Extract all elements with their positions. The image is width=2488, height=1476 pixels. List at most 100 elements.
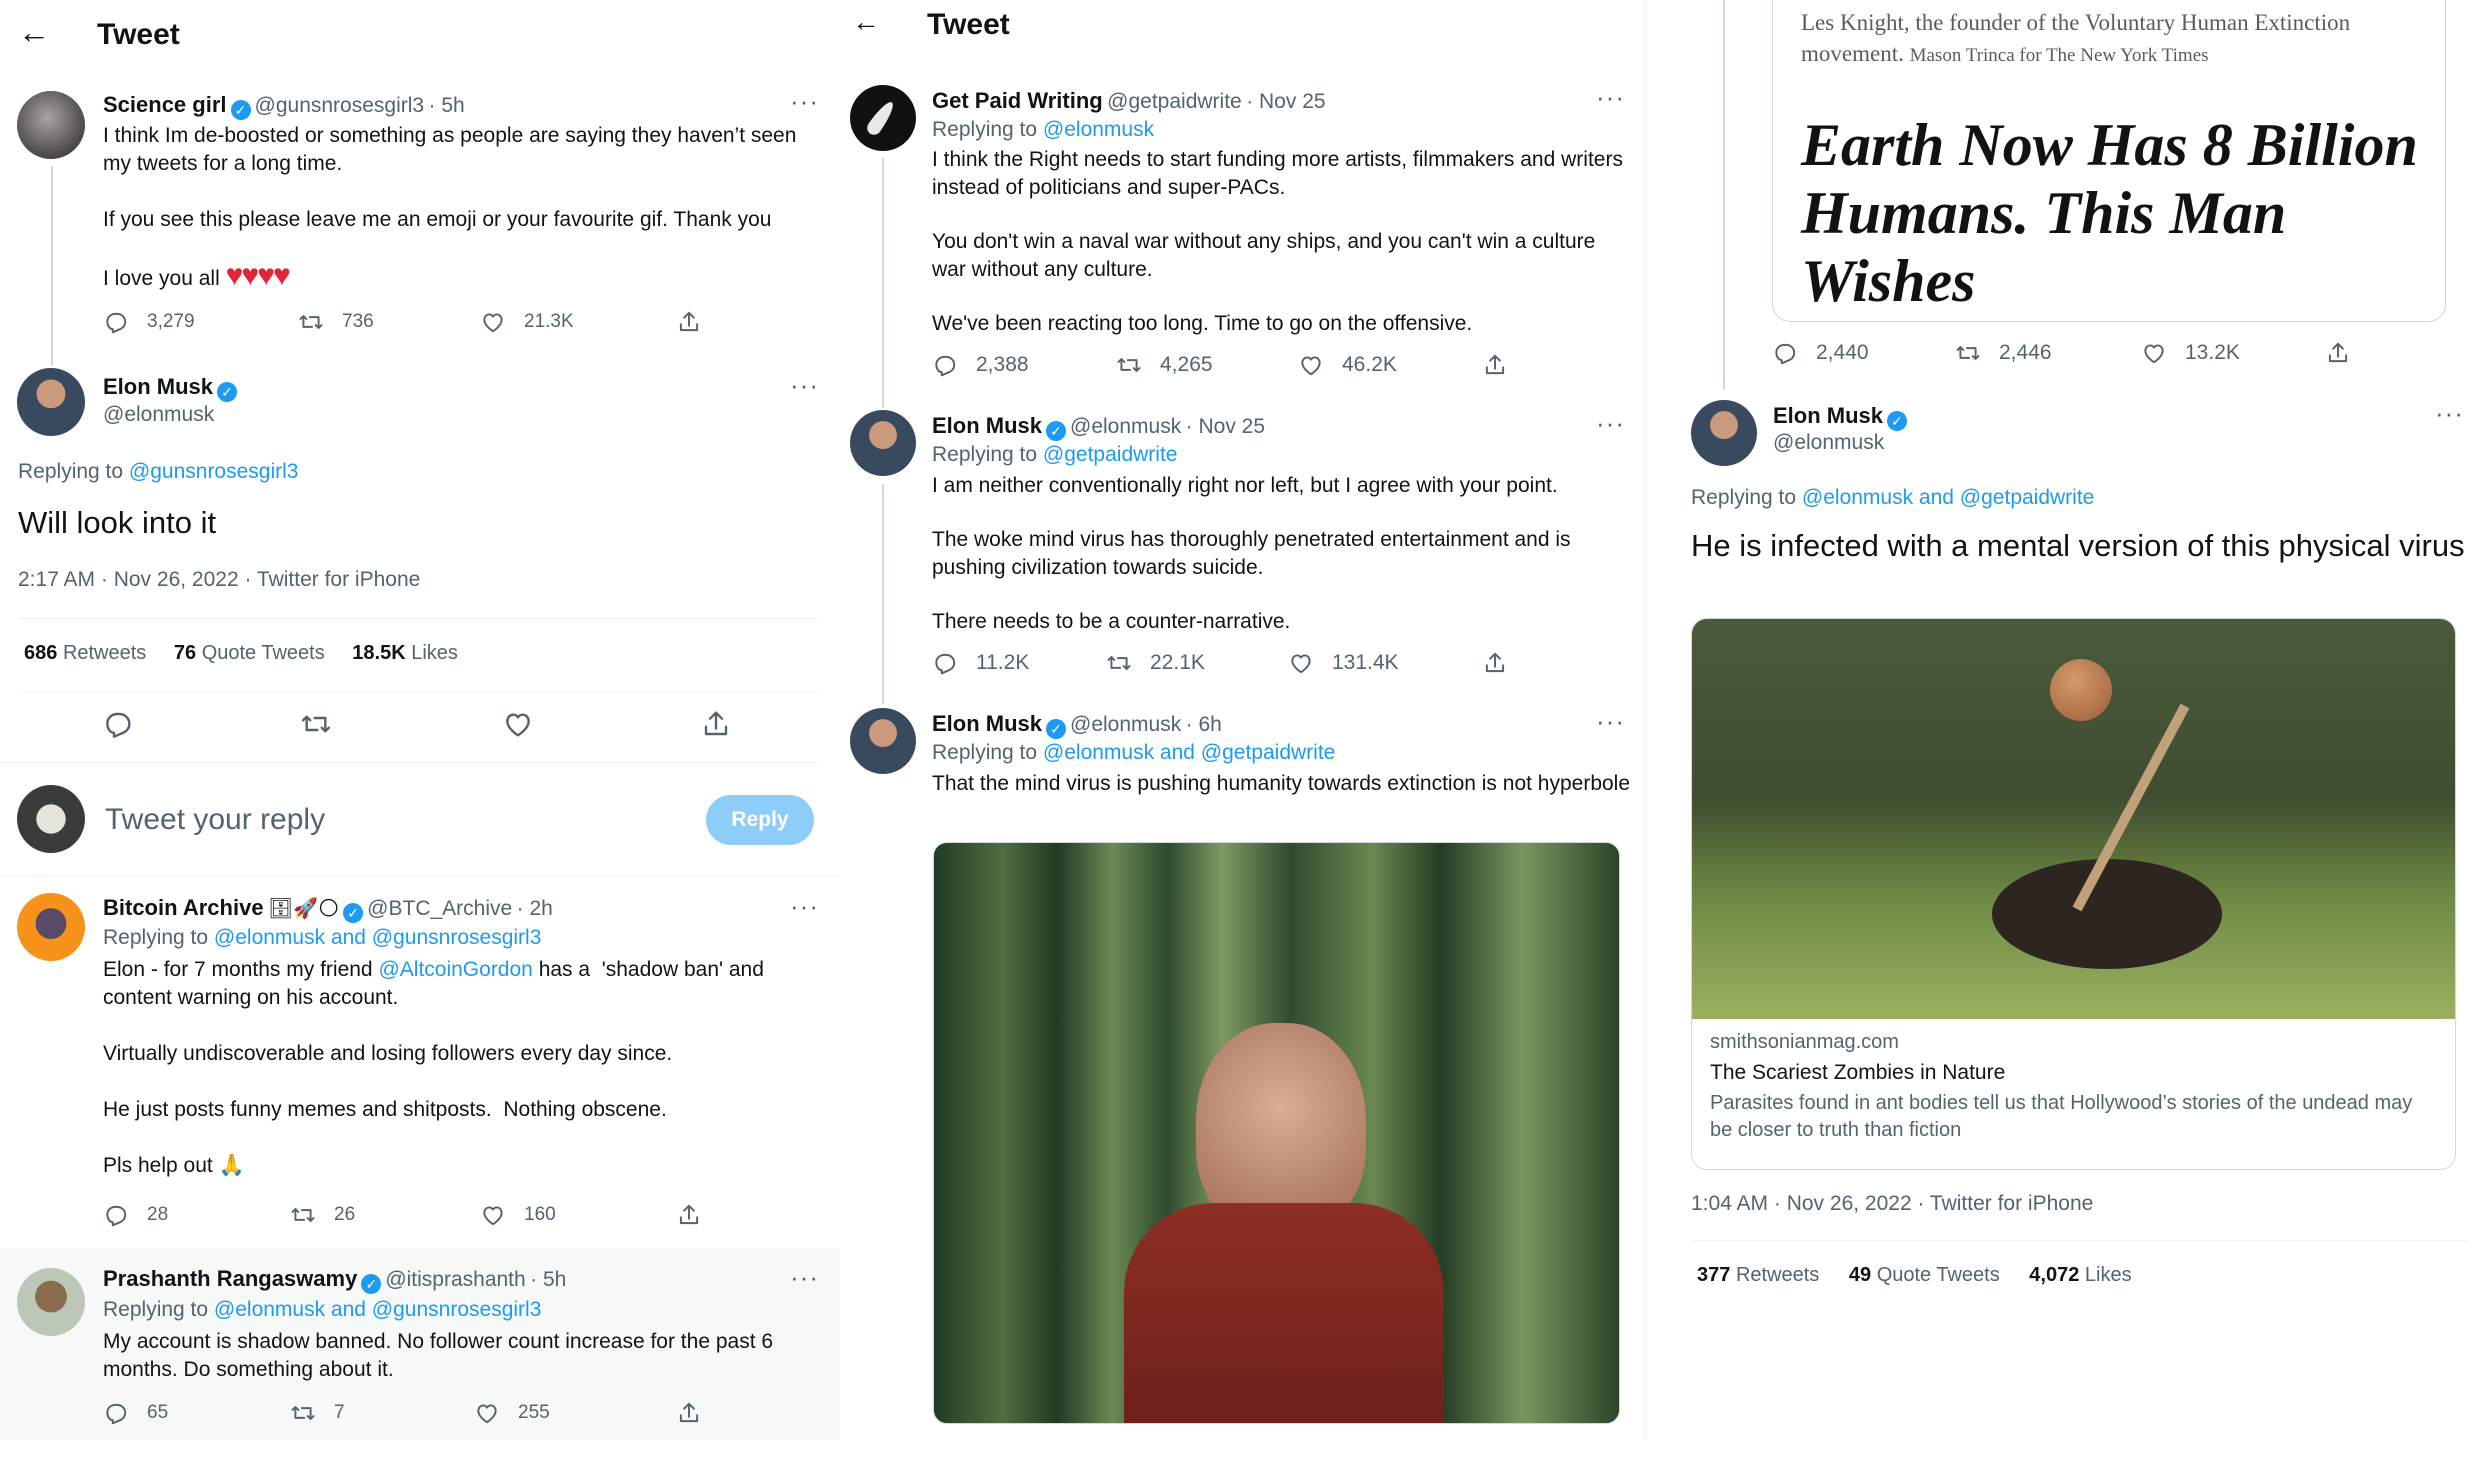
tweet-time[interactable]: · 2h: [517, 897, 553, 920]
retweet-action[interactable]: 4,265: [1116, 352, 1213, 378]
author-handle[interactable]: @elonmusk: [103, 403, 214, 427]
tweet-time[interactable]: · Nov 25: [1186, 415, 1265, 438]
more-options-icon[interactable]: ···: [790, 1262, 819, 1293]
more-options-icon[interactable]: ···: [790, 370, 819, 401]
author-name[interactable]: Prashanth Rangaswamy: [103, 1266, 357, 1291]
author-name[interactable]: Elon Musk: [932, 711, 1042, 736]
link-card[interactable]: smithsonianmag.com The Scariest Zombies …: [1691, 618, 2456, 1170]
reply-button[interactable]: Reply: [706, 795, 814, 845]
tweet-time[interactable]: · Nov 25: [1246, 90, 1325, 113]
link-card-image: [1692, 619, 2455, 1019]
reply-input[interactable]: Tweet your reply: [105, 803, 325, 837]
share-action[interactable]: [1482, 650, 1526, 676]
likes-stat[interactable]: 18.5K Likes: [352, 642, 458, 664]
author-name[interactable]: Elon Musk: [932, 413, 1042, 438]
user-avatar[interactable]: [17, 785, 85, 853]
avatar[interactable]: [850, 85, 916, 151]
author-handle[interactable]: @elonmusk: [1070, 415, 1181, 438]
replying-to-link[interactable]: @elonmusk and @getpaidwrite: [1043, 741, 1335, 764]
author-name[interactable]: Science girl: [103, 92, 227, 117]
like-action[interactable]: 13.2K: [2141, 340, 2240, 366]
back-arrow-icon[interactable]: ←: [18, 14, 50, 51]
tweet-timestamp[interactable]: 1:04 AM · Nov 26, 2022 · Twitter for iPh…: [1691, 1192, 2093, 1216]
like-action[interactable]: 255: [474, 1400, 550, 1426]
author-handle[interactable]: @elonmusk: [1070, 713, 1181, 736]
quoted-article-card[interactable]: Les Knight, the founder of the Voluntary…: [1772, 0, 2446, 322]
author-name[interactable]: Elon Musk: [1773, 403, 1883, 428]
retweets-stat[interactable]: 686 Retweets: [24, 642, 146, 664]
avatar[interactable]: [17, 893, 85, 961]
reply-action[interactable]: 2,388: [932, 352, 1029, 378]
mention-link[interactable]: @AltcoinGordon: [378, 958, 532, 981]
like-action[interactable]: [502, 708, 552, 740]
retweet-action[interactable]: 22.1K: [1106, 650, 1205, 676]
reply-action[interactable]: 65: [103, 1400, 168, 1426]
retweet-action[interactable]: 2,446: [1955, 340, 2052, 366]
quotes-stat[interactable]: 76 Quote Tweets: [174, 642, 325, 664]
retweet-action[interactable]: 26: [290, 1202, 355, 1228]
avatar[interactable]: [850, 410, 916, 476]
author-handle[interactable]: @BTC_Archive: [367, 897, 512, 920]
tweet-header: Prashanth Rangaswamy ✓ @itisprashanth · 5h: [103, 1266, 566, 1294]
avatar[interactable]: [17, 1268, 85, 1336]
article-headline: Earth Now Has 8 Billion Humans. This Man…: [1801, 112, 2418, 314]
tweet-time[interactable]: · 6h: [1186, 713, 1222, 736]
reply-action[interactable]: 2,440: [1772, 340, 1869, 366]
fungus-cap: [2050, 659, 2112, 721]
like-action[interactable]: 21.3K: [480, 309, 574, 335]
author-name[interactable]: Bitcoin Archive: [103, 895, 264, 920]
share-action[interactable]: [676, 309, 720, 335]
replying-to-link[interactable]: @elonmusk and @gunsnrosesgirl3: [214, 926, 541, 949]
tweet-text: The woke mind virus has thoroughly penet…: [932, 528, 1577, 579]
retweet-action[interactable]: 7: [290, 1400, 345, 1426]
reply-icon: [103, 1400, 129, 1426]
reply-icon: [1772, 340, 1798, 366]
retweet-icon: [1955, 340, 1981, 366]
reply-action[interactable]: 11.2K: [932, 650, 1029, 676]
replying-to-link[interactable]: @elonmusk and @gunsnrosesgirl3: [214, 1298, 541, 1321]
replying-prefix: Replying to: [932, 741, 1038, 764]
heart-icon: [1288, 650, 1314, 676]
quotes-stat[interactable]: 49 Quote Tweets: [1849, 1264, 2000, 1286]
author-handle[interactable]: @gunsnrosesgirl3: [255, 94, 425, 117]
retweets-stat[interactable]: 377 Retweets: [1697, 1264, 1819, 1286]
more-options-icon[interactable]: ···: [2435, 398, 2464, 429]
reply-action[interactable]: 28: [103, 1202, 168, 1228]
share-action[interactable]: [676, 1400, 720, 1426]
tweet-time[interactable]: · 5h: [429, 94, 465, 117]
share-action[interactable]: [676, 1202, 720, 1228]
more-options-icon[interactable]: ···: [1596, 706, 1625, 737]
tweet-time[interactable]: · 5h: [530, 1268, 566, 1291]
avatar[interactable]: [17, 368, 85, 436]
replying-to-link[interactable]: @elonmusk and @getpaidwrite: [1802, 486, 2094, 509]
replying-to-link[interactable]: @getpaidwrite: [1043, 443, 1178, 466]
avatar[interactable]: [850, 708, 916, 774]
replying-to-link[interactable]: @gunsnrosesgirl3: [129, 460, 299, 483]
tweet-timestamp[interactable]: 2:17 AM · Nov 26, 2022 · Twitter for iPh…: [18, 568, 420, 592]
like-action[interactable]: 131.4K: [1288, 650, 1399, 676]
author-handle[interactable]: @getpaidwrite: [1107, 90, 1242, 113]
avatar[interactable]: [17, 91, 85, 159]
more-options-icon[interactable]: ···: [1596, 408, 1625, 439]
tweet-photo[interactable]: [933, 842, 1620, 1424]
share-action[interactable]: [700, 708, 750, 740]
back-arrow-icon[interactable]: ←: [852, 6, 880, 38]
author-handle[interactable]: @itisprashanth: [385, 1268, 525, 1291]
retweet-action[interactable]: [300, 708, 350, 740]
avatar[interactable]: [1691, 400, 1757, 466]
more-options-icon[interactable]: ···: [1596, 82, 1625, 113]
more-options-icon[interactable]: ···: [790, 891, 819, 922]
retweet-action[interactable]: 736: [298, 309, 374, 335]
reply-action[interactable]: [102, 708, 152, 740]
like-action[interactable]: 160: [480, 1202, 556, 1228]
share-action[interactable]: [1482, 352, 1526, 378]
more-options-icon[interactable]: ···: [790, 86, 819, 117]
likes-stat[interactable]: 4,072 Likes: [2029, 1264, 2131, 1286]
share-action[interactable]: [2325, 340, 2369, 366]
replying-to-link[interactable]: @elonmusk: [1043, 118, 1154, 141]
author-handle[interactable]: @elonmusk: [1773, 431, 1884, 455]
reply-action[interactable]: 3,279: [103, 309, 195, 335]
author-name[interactable]: Get Paid Writing: [932, 88, 1103, 113]
author-name[interactable]: Elon Musk: [103, 374, 213, 399]
like-action[interactable]: 46.2K: [1298, 352, 1397, 378]
